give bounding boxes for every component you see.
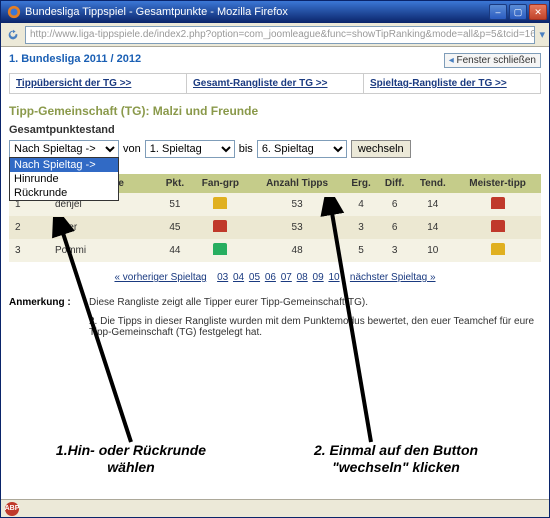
url-field[interactable]: http://www.liga-tippspiele.de/index2.php… <box>25 26 535 44</box>
matchday-link[interactable]: 10 <box>328 272 339 283</box>
close-window-link[interactable]: Fenster schließen <box>444 53 541 68</box>
matchday-link[interactable]: 08 <box>297 272 308 283</box>
th-erg: Erg. <box>344 174 378 193</box>
matchday-link[interactable]: 07 <box>281 272 292 283</box>
matchday-link[interactable]: 06 <box>265 272 276 283</box>
jersey-icon <box>213 197 227 209</box>
tab-overview[interactable]: Tippübersicht der TG >> <box>10 74 187 93</box>
jersey-icon <box>213 243 227 255</box>
th-tipps: Anzahl Tipps <box>250 174 344 193</box>
filter-controls: Nach Spieltag -> Nach Spieltag -> Hinrun… <box>9 140 541 158</box>
wechseln-button[interactable] <box>351 140 411 158</box>
tab-total-ranking[interactable]: Gesamt-Rangliste der TG >> <box>187 74 364 93</box>
to-matchday-select[interactable]: 6. Spieltag <box>257 140 347 158</box>
next-matchday-link[interactable]: nächster Spieltag » <box>350 272 436 283</box>
tg-title: Tipp-Gemeinschaft (TG): Malzi und Freund… <box>9 104 541 118</box>
tab-matchday-ranking[interactable]: Spieltag-Rangliste der TG >> <box>364 74 540 93</box>
th-pkt: Pkt. <box>159 174 191 193</box>
jersey-icon <box>213 220 227 232</box>
from-matchday-select[interactable]: 1. Spieltag <box>145 140 235 158</box>
th-diff: Diff. <box>378 174 412 193</box>
matchday-link[interactable]: 04 <box>233 272 244 283</box>
annotation-right: 2. Einmal auf den Button "wechseln" klic… <box>281 442 511 476</box>
th-meister: Meister-tipp <box>454 174 541 193</box>
firefox-icon <box>7 5 21 19</box>
pager: « vorheriger Spieltag 03 04 05 06 07 08 … <box>9 272 541 283</box>
jersey-icon <box>491 220 505 232</box>
option-by-matchday[interactable]: Nach Spieltag -> <box>10 158 118 172</box>
maximize-button[interactable]: ▢ <box>509 4 527 20</box>
annotation-left: 1.Hin- oder Rückrunde wählen <box>31 442 231 476</box>
th-fangrp: Fan-grp <box>191 174 250 193</box>
adblock-icon[interactable]: ABP <box>5 502 19 516</box>
table-row: 2 roller 45 53 3 6 14 <box>9 216 541 239</box>
label-von: von <box>123 143 141 155</box>
reload-icon[interactable] <box>5 27 21 43</box>
address-bar: http://www.liga-tippspiele.de/index2.php… <box>1 23 549 47</box>
prev-matchday-link[interactable]: « vorheriger Spieltag <box>114 272 206 283</box>
matchday-link[interactable]: 09 <box>313 272 324 283</box>
matchday-link[interactable]: 05 <box>249 272 260 283</box>
option-rueckrunde[interactable]: Rückrunde <box>10 186 118 200</box>
status-bar: ABP <box>1 499 549 517</box>
note-label: Anmerkung : <box>9 297 89 308</box>
round-select[interactable]: Nach Spieltag -> <box>9 140 119 158</box>
label-bis: bis <box>239 143 253 155</box>
jersey-icon <box>491 197 505 209</box>
th-tend: Tend. <box>411 174 454 193</box>
close-button[interactable]: ✕ <box>529 4 547 20</box>
note-text-1: Diese Rangliste zeigt alle Tipper eurer … <box>89 297 541 308</box>
window-title: Bundesliga Tippspiel - Gesamtpunkte - Mo… <box>25 6 489 18</box>
tab-bar: Tippübersicht der TG >> Gesamt-Rangliste… <box>9 73 541 94</box>
round-select-options[interactable]: Nach Spieltag -> Hinrunde Rückrunde <box>9 157 119 201</box>
minimize-button[interactable]: – <box>489 4 507 20</box>
titlebar: Bundesliga Tippspiel - Gesamtpunkte - Mo… <box>1 1 549 23</box>
matchday-link[interactable]: 03 <box>217 272 228 283</box>
note-text-2: 2. Die Tipps in dieser Rangliste wurden … <box>89 316 541 338</box>
jersey-icon <box>491 243 505 255</box>
dropdown-icon[interactable]: ▾ <box>539 28 545 41</box>
note-block: Anmerkung : Diese Rangliste zeigt alle T… <box>9 297 541 308</box>
subtitle: Gesamtpunktestand <box>9 124 541 136</box>
table-row: 3 Pommi 44 48 5 3 10 <box>9 239 541 262</box>
option-hinrunde[interactable]: Hinrunde <box>10 172 118 186</box>
